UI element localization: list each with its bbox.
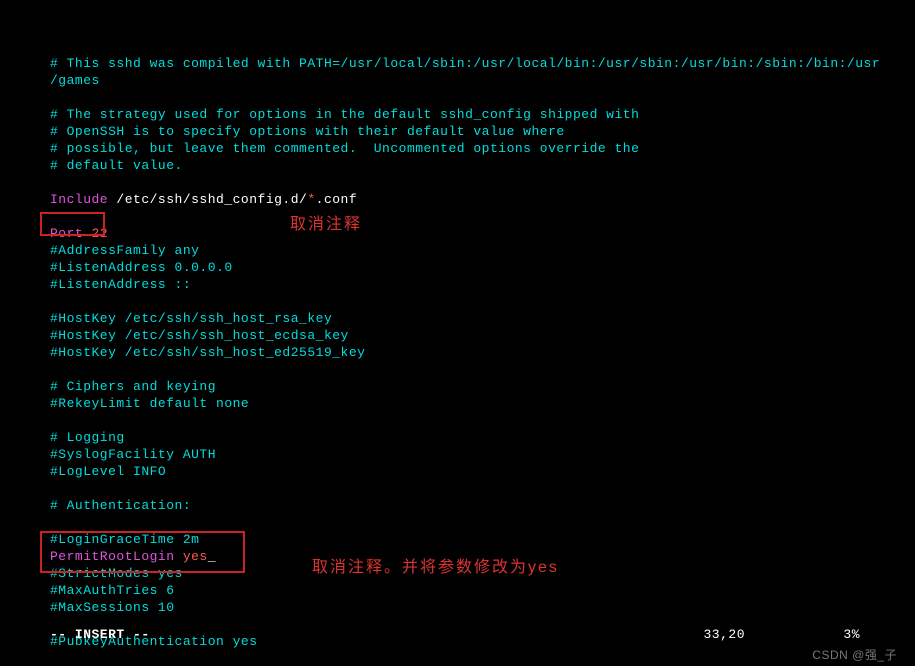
config-line: #HostKey /etc/ssh/ssh_host_rsa_key <box>50 311 915 328</box>
include-ext: .conf <box>316 192 358 207</box>
config-line: #LoginGraceTime 2m <box>50 532 915 549</box>
config-line: #HostKey /etc/ssh/ssh_host_ed25519_key <box>50 345 915 362</box>
vim-percent: 3% <box>843 627 860 644</box>
config-line: # default value. <box>50 158 915 175</box>
watermark: CSDN @强_子 <box>812 648 897 664</box>
config-line: #LogLevel INFO <box>50 464 915 481</box>
include-path: /etc/ssh/sshd_config.d/ <box>108 192 307 207</box>
config-line: # This sshd was compiled with PATH=/usr/… <box>50 56 915 73</box>
blank-line <box>50 90 915 107</box>
blank-line <box>50 515 915 532</box>
vim-mode: -- INSERT -- <box>50 627 150 644</box>
permitroot-keyword: PermitRootLogin <box>50 549 175 564</box>
config-line: /games <box>50 73 915 90</box>
port-line: Port 22 <box>50 226 915 243</box>
config-line: #HostKey /etc/ssh/ssh_host_ecdsa_key <box>50 328 915 345</box>
port-value: 22 <box>83 226 108 241</box>
config-line: #AddressFamily any <box>50 243 915 260</box>
config-line: # OpenSSH is to specify options with the… <box>50 124 915 141</box>
config-line: # Logging <box>50 430 915 447</box>
config-line: #ListenAddress :: <box>50 277 915 294</box>
annotation-uncomment-1: 取消注释 <box>290 215 362 236</box>
config-line: # Authentication: <box>50 498 915 515</box>
cursor: _ <box>208 549 216 564</box>
config-line: # Ciphers and keying <box>50 379 915 396</box>
include-keyword: Include <box>50 192 108 207</box>
include-glob: * <box>307 192 315 207</box>
vim-position: 33,20 <box>703 627 745 644</box>
blank-line <box>50 294 915 311</box>
config-line: #RekeyLimit default none <box>50 396 915 413</box>
vim-status-bar: -- INSERT -- 33,20 3% <box>50 627 895 644</box>
blank-line <box>50 413 915 430</box>
config-line: #SyslogFacility AUTH <box>50 447 915 464</box>
terminal-editor[interactable]: # This sshd was compiled with PATH=/usr/… <box>0 0 915 651</box>
blank-line <box>50 209 915 226</box>
blank-line <box>50 481 915 498</box>
blank-line <box>50 362 915 379</box>
config-line: # The strategy used for options in the d… <box>50 107 915 124</box>
config-line: #MaxSessions 10 <box>50 600 915 617</box>
include-line: Include /etc/ssh/sshd_config.d/*.conf <box>50 192 915 209</box>
blank-line <box>50 175 915 192</box>
permitroot-value: yes <box>175 549 208 564</box>
config-line: #ListenAddress 0.0.0.0 <box>50 260 915 277</box>
port-keyword: Port <box>50 226 83 241</box>
config-line: #MaxAuthTries 6 <box>50 583 915 600</box>
config-line: # possible, but leave them commented. Un… <box>50 141 915 158</box>
annotation-uncomment-2: 取消注释。并将参数修改为yes <box>312 558 559 579</box>
